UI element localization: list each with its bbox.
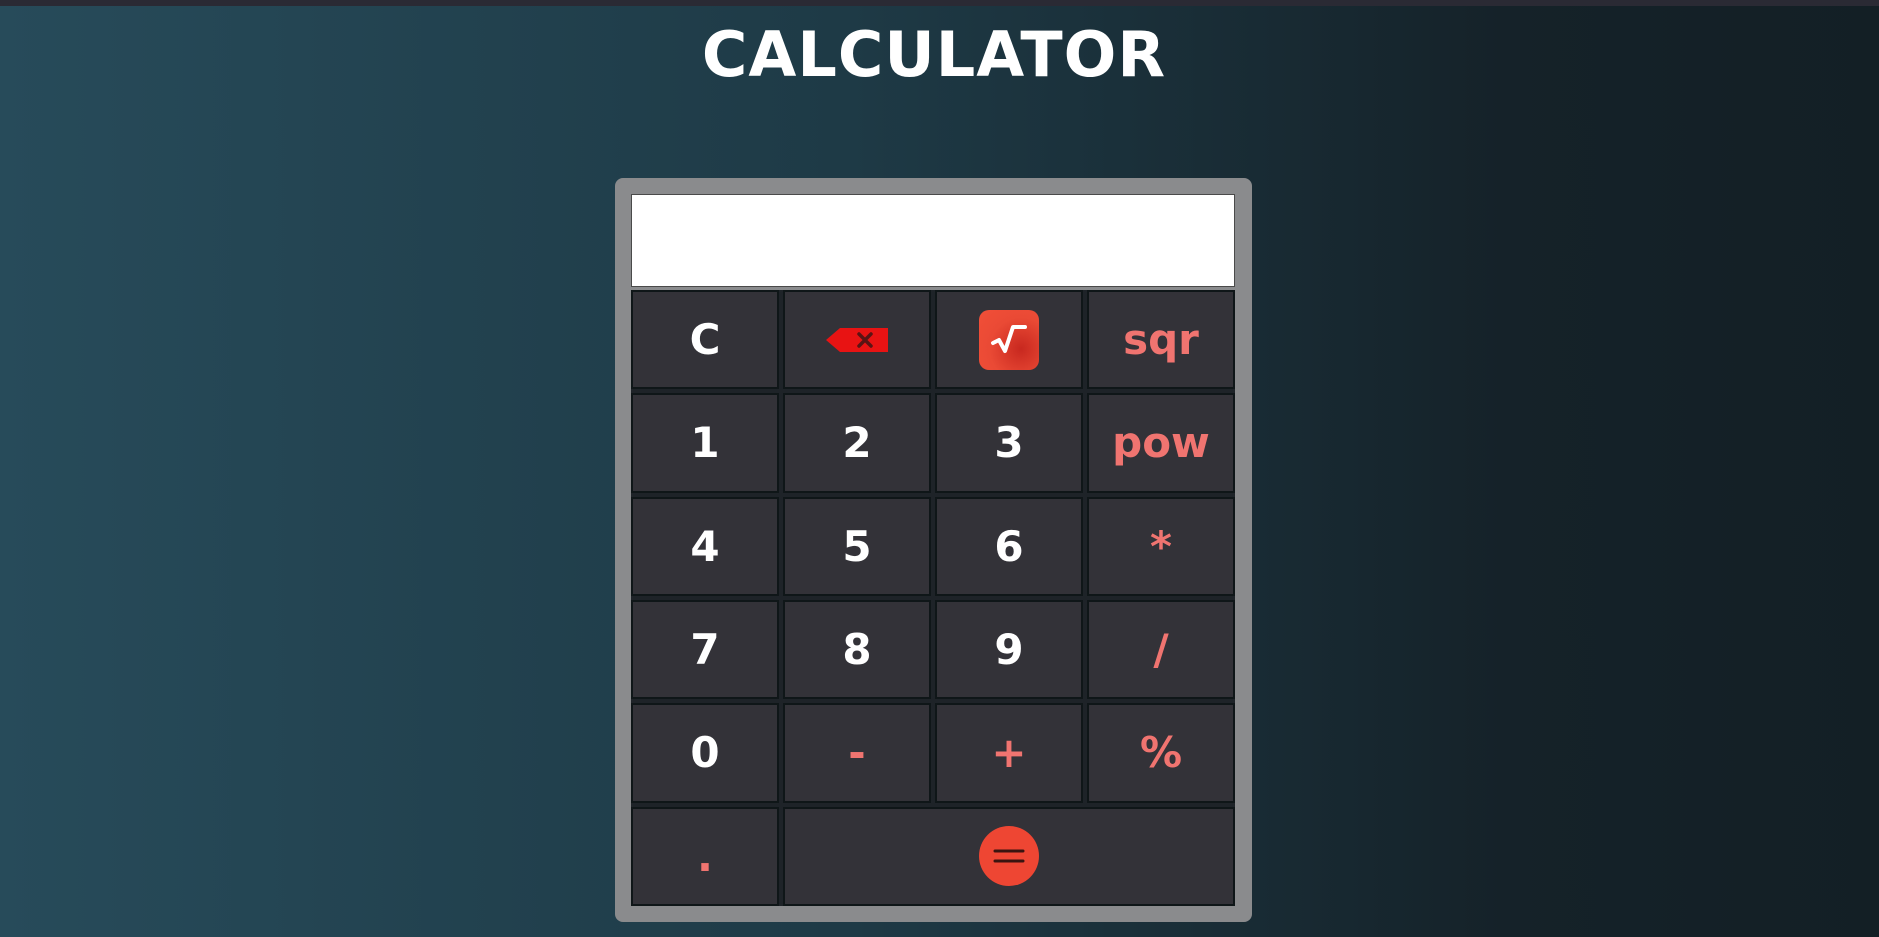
minus-button[interactable]: -: [783, 703, 931, 803]
calculator-panel: C sqr 1 2 3 pow 4 5 6 * 7 8 9 / 0 - + % …: [615, 178, 1252, 922]
clear-button[interactable]: C: [631, 290, 779, 390]
digit-6-button[interactable]: 6: [935, 496, 1083, 596]
digit-2-button[interactable]: 2: [783, 393, 931, 493]
window-top-bar: [0, 0, 1879, 6]
square-root-button[interactable]: [935, 290, 1083, 390]
backspace-icon: [826, 327, 888, 352]
digit-5-button[interactable]: 5: [783, 496, 931, 596]
square-root-icon: [979, 309, 1039, 370]
equals-icon: [979, 826, 1039, 887]
digit-4-button[interactable]: 4: [631, 496, 779, 596]
backspace-button[interactable]: [783, 290, 931, 390]
power-button[interactable]: pow: [1087, 393, 1235, 493]
equals-button[interactable]: [783, 806, 1235, 906]
plus-button[interactable]: +: [935, 703, 1083, 803]
decimal-button[interactable]: .: [631, 806, 779, 906]
digit-0-button[interactable]: 0: [631, 703, 779, 803]
page-title: CALCULATOR: [701, 18, 1167, 91]
multiply-button[interactable]: *: [1087, 496, 1235, 596]
keypad: C sqr 1 2 3 pow 4 5 6 * 7 8 9 / 0 - + % …: [631, 290, 1235, 906]
divide-button[interactable]: /: [1087, 600, 1235, 700]
digit-7-button[interactable]: 7: [631, 600, 779, 700]
digit-9-button[interactable]: 9: [935, 600, 1083, 700]
digit-8-button[interactable]: 8: [783, 600, 931, 700]
square-button[interactable]: sqr: [1087, 290, 1235, 390]
digit-3-button[interactable]: 3: [935, 393, 1083, 493]
percent-button[interactable]: %: [1087, 703, 1235, 803]
digit-1-button[interactable]: 1: [631, 393, 779, 493]
calculator-display[interactable]: [631, 194, 1235, 287]
